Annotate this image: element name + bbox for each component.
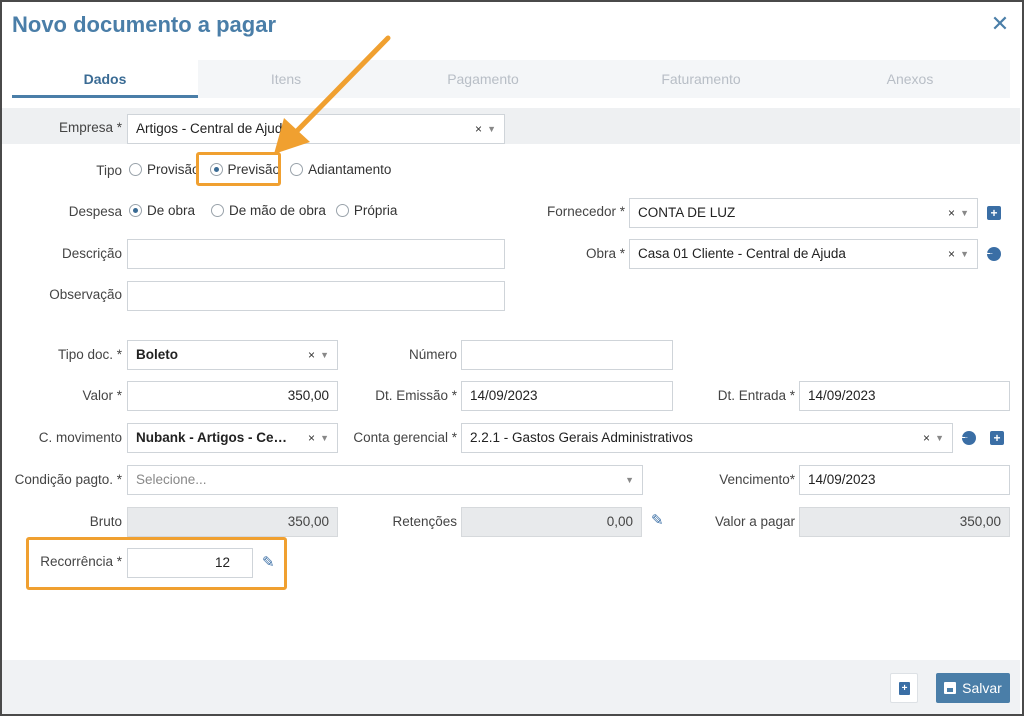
descricao-label: Descrição (61, 246, 122, 261)
clear-icon[interactable]: × (308, 341, 315, 369)
tipo-label: Tipo (96, 163, 122, 178)
obra-value: Casa 01 Cliente - Central de Ajuda (638, 246, 846, 261)
tab-anexos[interactable]: Anexos (810, 60, 1010, 98)
radio-icon (129, 163, 142, 176)
radio-provisao[interactable]: Provisão (129, 162, 200, 177)
radio-icon (335, 204, 349, 217)
dt-emissao-label: Dt. Emissão * (375, 388, 457, 403)
radio-de-obra[interactable]: De obra (129, 203, 195, 218)
clear-icon[interactable]: × (475, 115, 482, 143)
valor-input[interactable]: 350,00 (127, 381, 338, 411)
condicao-pagto-label: Condição pagto. * (14, 472, 122, 487)
condicao-pagto-placeholder: Selecione... (136, 472, 207, 487)
retencoes-value: 0,00 (461, 507, 642, 537)
dt-emissao-input[interactable]: 14/09/2023 (461, 381, 673, 411)
new-document-button[interactable]: + (890, 673, 918, 703)
radio-label: De mão de obra (229, 203, 326, 218)
descricao-input[interactable] (127, 239, 505, 269)
clear-icon[interactable]: × (948, 240, 955, 268)
tab-dados[interactable]: Dados (12, 60, 198, 98)
chevron-down-icon[interactable]: ▼ (625, 466, 634, 494)
floppy-disk-icon (944, 682, 957, 694)
arrow-annotation-icon (274, 35, 391, 154)
save-button[interactable]: Salvar (936, 673, 1010, 703)
clear-icon[interactable]: × (308, 424, 315, 452)
dialog-footer (2, 660, 1020, 714)
tipo-doc-value: Boleto (136, 347, 178, 362)
c-movimento-select[interactable]: Nubank - Artigos - Centra... × ▼ (127, 423, 338, 453)
retencoes-label: Retenções (392, 514, 457, 529)
radio-icon (129, 204, 142, 217)
clear-icon[interactable]: × (923, 424, 930, 452)
chevron-down-icon[interactable]: ▼ (935, 424, 944, 452)
chevron-down-icon[interactable]: ▼ (960, 240, 969, 268)
tipo-doc-label: Tipo doc. * (57, 347, 122, 362)
save-button-label: Salvar (962, 680, 1002, 696)
obra-select[interactable]: Casa 01 Cliente - Central de Ajuda × ▼ (629, 239, 978, 269)
observacao-label: Observação (49, 287, 122, 302)
dialog-title: Novo documento a pagar (12, 12, 277, 37)
radio-label: Própria (353, 203, 398, 218)
despesa-label: Despesa (68, 204, 122, 219)
vencimento-label: Vencimento* (719, 472, 795, 487)
vencimento-input[interactable]: 14/09/2023 (799, 465, 1010, 495)
conta-gerencial-value: 2.2.1 - Gastos Gerais Administrativos (470, 430, 693, 445)
valor-a-pagar-value: 350,00 (799, 507, 1010, 537)
chevron-down-icon[interactable]: ▼ (320, 424, 329, 452)
tipo-doc-select[interactable]: Boleto × ▼ (127, 340, 338, 370)
observacao-input[interactable] (127, 281, 505, 311)
numero-input[interactable] (461, 340, 673, 370)
edit-retencoes-pencil-icon[interactable]: ✎ (651, 513, 665, 528)
tab-faturamento[interactable]: Faturamento (592, 60, 810, 98)
empresa-label: Empresa * (58, 120, 122, 135)
conta-gerencial-select[interactable]: 2.2.1 - Gastos Gerais Administrativos × … (461, 423, 953, 453)
numero-label: Número (408, 347, 457, 362)
chevron-down-icon[interactable]: ▼ (487, 115, 496, 143)
add-fornecedor-icon[interactable]: + (987, 206, 1001, 220)
condicao-pagto-select[interactable]: Selecione... ▼ (127, 465, 643, 495)
radio-adiantamento[interactable]: Adiantamento (290, 162, 391, 177)
close-icon[interactable]: ✕ (990, 13, 1010, 35)
chevron-down-icon[interactable]: ▼ (320, 341, 329, 369)
chevron-down-icon[interactable]: ▼ (960, 199, 969, 227)
c-movimento-value: Nubank - Artigos - Centra... (136, 430, 311, 445)
clear-icon[interactable]: × (948, 199, 955, 227)
add-conta-icon[interactable]: + (990, 431, 1004, 445)
conta-gerencial-label: Conta gerencial * (353, 430, 457, 445)
despesa-radio-group: De obra De mão de obra Própria (129, 203, 407, 218)
c-movimento-label: C. movimento (38, 430, 122, 445)
highlight-box-recorrencia (26, 537, 287, 590)
dt-entrada-label: Dt. Entrada * (717, 388, 795, 403)
dt-entrada-input[interactable]: 14/09/2023 (799, 381, 1010, 411)
radio-icon (211, 204, 225, 217)
radio-propria[interactable]: Própria (335, 203, 398, 218)
tab-pagamento[interactable]: Pagamento (374, 60, 592, 98)
bruto-value: 350,00 (127, 507, 338, 537)
pie-chart-icon[interactable] (987, 247, 1001, 261)
bruto-label: Bruto (89, 514, 122, 529)
valor-label: Valor * (82, 388, 122, 403)
radio-label: Adiantamento (308, 162, 392, 177)
fornecedor-value: CONTA DE LUZ (638, 205, 736, 220)
obra-label: Obra * (585, 246, 625, 261)
radio-icon (290, 163, 304, 176)
valor-a-pagar-label: Valor a pagar (714, 514, 795, 529)
pie-chart-icon[interactable] (962, 431, 976, 445)
tab-bar: Dados Itens Pagamento Faturamento Anexos (12, 60, 1010, 98)
radio-de-mao-de-obra[interactable]: De mão de obra (211, 203, 326, 218)
radio-label: De obra (147, 203, 196, 218)
file-plus-icon: + (899, 682, 910, 695)
fornecedor-select[interactable]: CONTA DE LUZ × ▼ (629, 198, 978, 228)
radio-label: Provisão (147, 162, 200, 177)
fornecedor-label: Fornecedor * (546, 204, 625, 219)
